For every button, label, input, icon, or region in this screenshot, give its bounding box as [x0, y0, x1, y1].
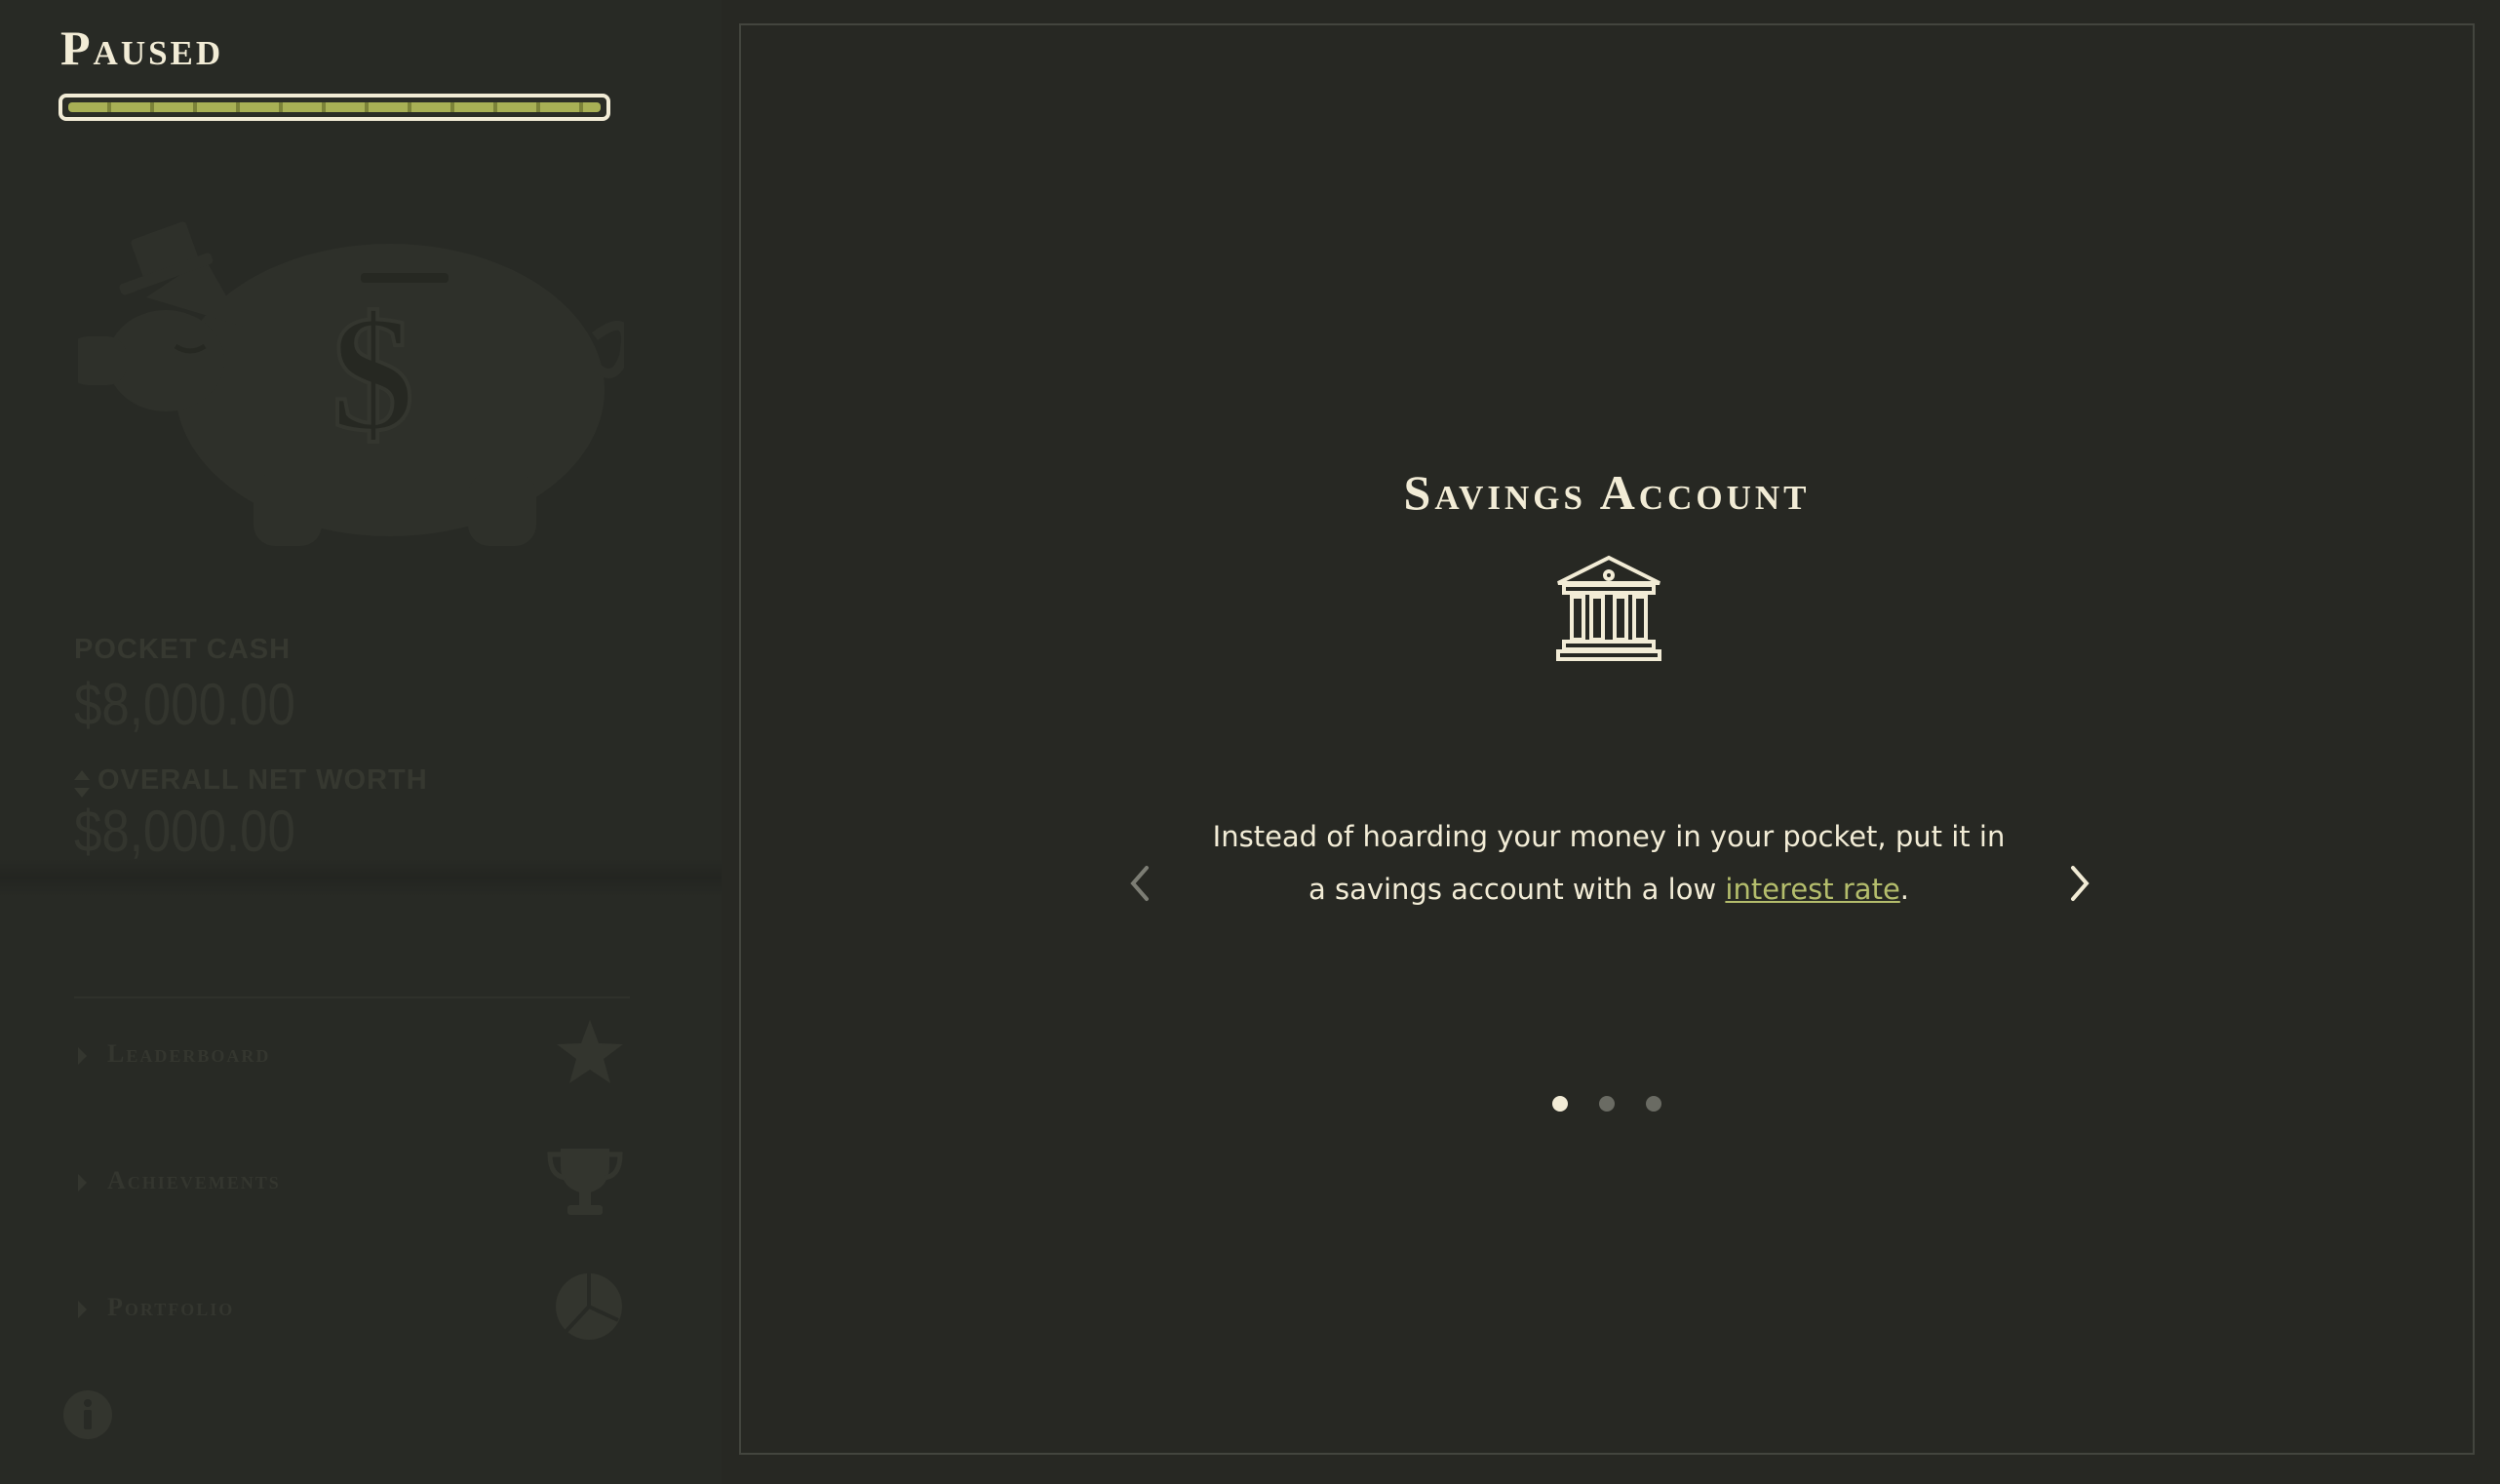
slide-text-after: . [1899, 873, 1910, 906]
piggy-bank-icon: $ [68, 219, 631, 556]
pocket-cash-label: POCKET CASH [74, 634, 292, 665]
pagination-dot[interactable] [1552, 1096, 1568, 1112]
net-worth-value: $8,000.00 [74, 799, 295, 864]
slide-panel: Savings Account Instead of hoarding your… [739, 23, 2475, 1455]
caret-right-icon [78, 1047, 87, 1065]
pocket-cash-value: $8,000.00 [74, 672, 295, 737]
pagination-dot[interactable] [1599, 1096, 1615, 1112]
info-icon[interactable] [62, 1389, 113, 1445]
caret-right-icon [78, 1174, 87, 1191]
pagination-dot[interactable] [1646, 1096, 1661, 1112]
menu-item-leaderboard[interactable]: Leaderboard [74, 1010, 630, 1098]
menu-divider [74, 996, 630, 998]
menu-item-label: Portfolio [107, 1293, 235, 1321]
bank-icon [1554, 554, 1663, 666]
menu-item-achievements[interactable]: Achievements [74, 1137, 630, 1225]
previous-slide-arrow[interactable] [1119, 854, 1158, 913]
next-slide-arrow[interactable] [2061, 854, 2100, 913]
paused-title: Paused [60, 20, 224, 75]
progress-fill [68, 102, 601, 112]
star-icon [556, 1018, 624, 1091]
stats-divider [0, 858, 722, 897]
menu-item-label: Achievements [107, 1166, 281, 1194]
svg-text:$: $ [332, 282, 414, 465]
slide-title: Savings Account [1403, 465, 1811, 520]
menu-item-label: Leaderboard [107, 1039, 271, 1068]
sidebar: Paused $ POCKET CASH $8,000.00 OVERALL N… [0, 0, 722, 1484]
interest-rate-link[interactable]: interest rate [1725, 873, 1899, 906]
trophy-icon [546, 1145, 624, 1224]
progress-bar [59, 94, 610, 121]
slide-pagination [741, 1096, 2473, 1112]
net-worth-label: OVERALL NET WORTH [98, 764, 428, 796]
slide-description: Instead of hoarding your money in your p… [1209, 810, 2009, 916]
app-root: Paused $ POCKET CASH $8,000.00 OVERALL N… [0, 0, 2500, 1484]
caret-right-icon [78, 1301, 87, 1318]
pie-chart-icon [554, 1271, 624, 1347]
menu-item-portfolio[interactable]: Portfolio [74, 1264, 630, 1351]
